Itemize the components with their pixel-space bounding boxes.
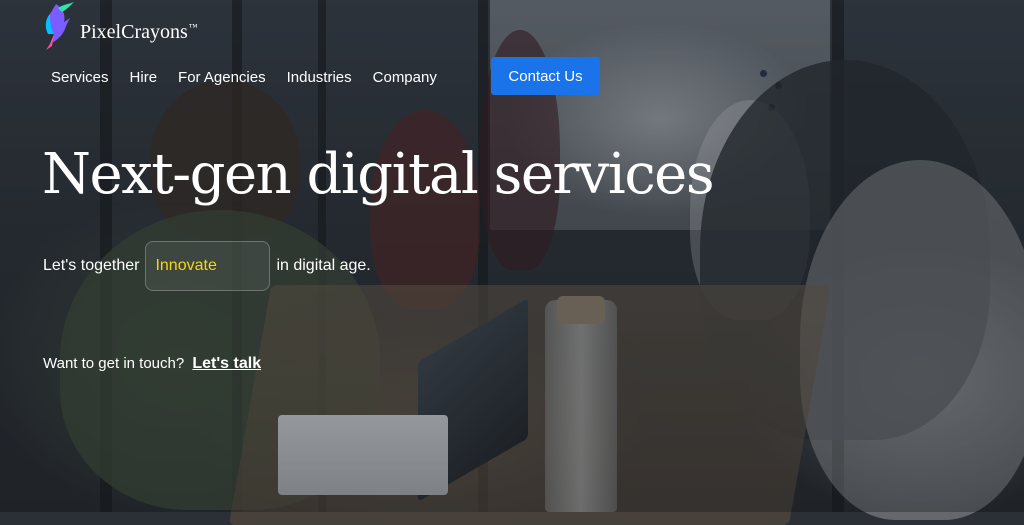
brand-logo[interactable]: PixelCrayons™ bbox=[42, 0, 198, 52]
nav-for-agencies[interactable]: For Agencies bbox=[178, 69, 266, 86]
nav-company[interactable]: Company bbox=[373, 69, 437, 86]
contact-prompt-text: Want to get in touch? bbox=[43, 355, 185, 372]
rotating-word: Innovate bbox=[155, 257, 217, 274]
nav-hire[interactable]: Hire bbox=[130, 69, 158, 86]
nav-industries[interactable]: Industries bbox=[287, 69, 352, 86]
contact-us-button[interactable]: Contact Us bbox=[491, 57, 600, 95]
hummingbird-icon bbox=[45, 2, 74, 50]
tagline-suffix: in digital age. bbox=[276, 257, 371, 274]
nav-services[interactable]: Services bbox=[51, 69, 109, 86]
rotating-word-box: Innovate bbox=[145, 241, 271, 291]
hero-tagline: Let's together Innovate in digital age. bbox=[43, 240, 371, 292]
contact-prompt: Want to get in touch? Let's talk bbox=[43, 355, 261, 373]
main-nav: Services Hire For Agencies Industries Co… bbox=[51, 58, 458, 96]
brand-name: PixelCrayons™ bbox=[80, 20, 198, 43]
tagline-prefix: Let's together bbox=[43, 257, 140, 274]
lets-talk-link[interactable]: Let's talk bbox=[192, 355, 261, 372]
hero-title: Next-gen digital services bbox=[42, 142, 715, 207]
